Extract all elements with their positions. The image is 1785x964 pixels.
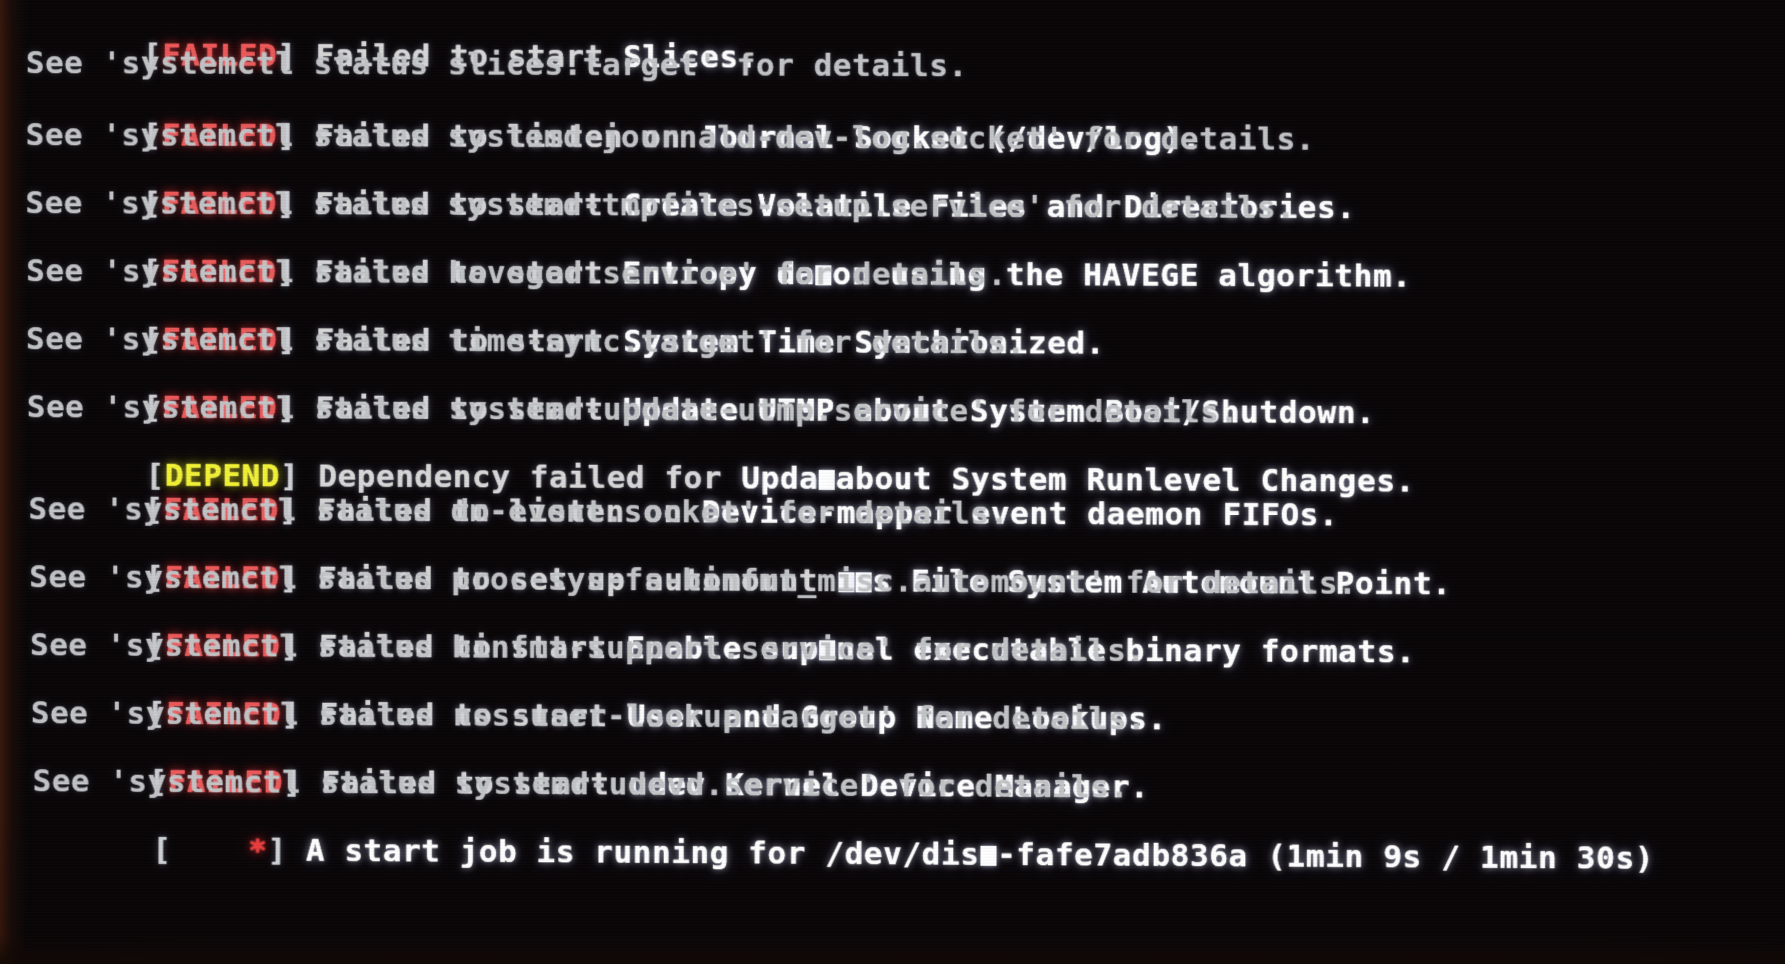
job-message-after: -fafe7adb836a bbox=[996, 836, 1248, 875]
console-line-start-job-running: [ *] A start job is running for /dev/dis… bbox=[37, 798, 1654, 910]
spinner-icon: * bbox=[248, 832, 268, 869]
boot-console-screen: [FAILED] Failed to start Slices. See 'sy… bbox=[0, 0, 1785, 964]
bracket-open-icon: [ bbox=[152, 831, 172, 869]
bracket-close-icon: ] bbox=[267, 832, 287, 869]
job-timer: (1min 9s / 1min 30s) bbox=[1267, 838, 1655, 877]
console-line-see-time-sync: See 'systemctl status time-sync.target' … bbox=[25, 321, 1026, 362]
job-message-before: A start job is running for /dev/dis bbox=[305, 832, 980, 873]
console-line-see-update-utmp: See 'systemctl status systemd-update-utm… bbox=[26, 389, 1240, 431]
console-line-see-haveged: See 'systemctl status haveged.service' f… bbox=[26, 253, 1007, 294]
console-line-see-dm-event: See 'systemctl status dm-event.socket' f… bbox=[28, 491, 1010, 532]
job-space-2 bbox=[1248, 838, 1267, 874]
console-text-area: [FAILED] Failed to start Slices. See 'sy… bbox=[0, 0, 1785, 964]
corrupt-block-glyph-icon bbox=[980, 846, 997, 866]
console-line-see-slices: See 'systemctl status slices.target' for… bbox=[25, 45, 968, 85]
spinner-padding bbox=[172, 832, 249, 868]
job-space bbox=[287, 833, 306, 869]
console-line-see-tmpfiles: See 'systemctl status systemd-tmpfiles-s… bbox=[25, 185, 1296, 227]
console-line-see-journald: See 'systemctl status systemd-journald-d… bbox=[25, 117, 1316, 158]
